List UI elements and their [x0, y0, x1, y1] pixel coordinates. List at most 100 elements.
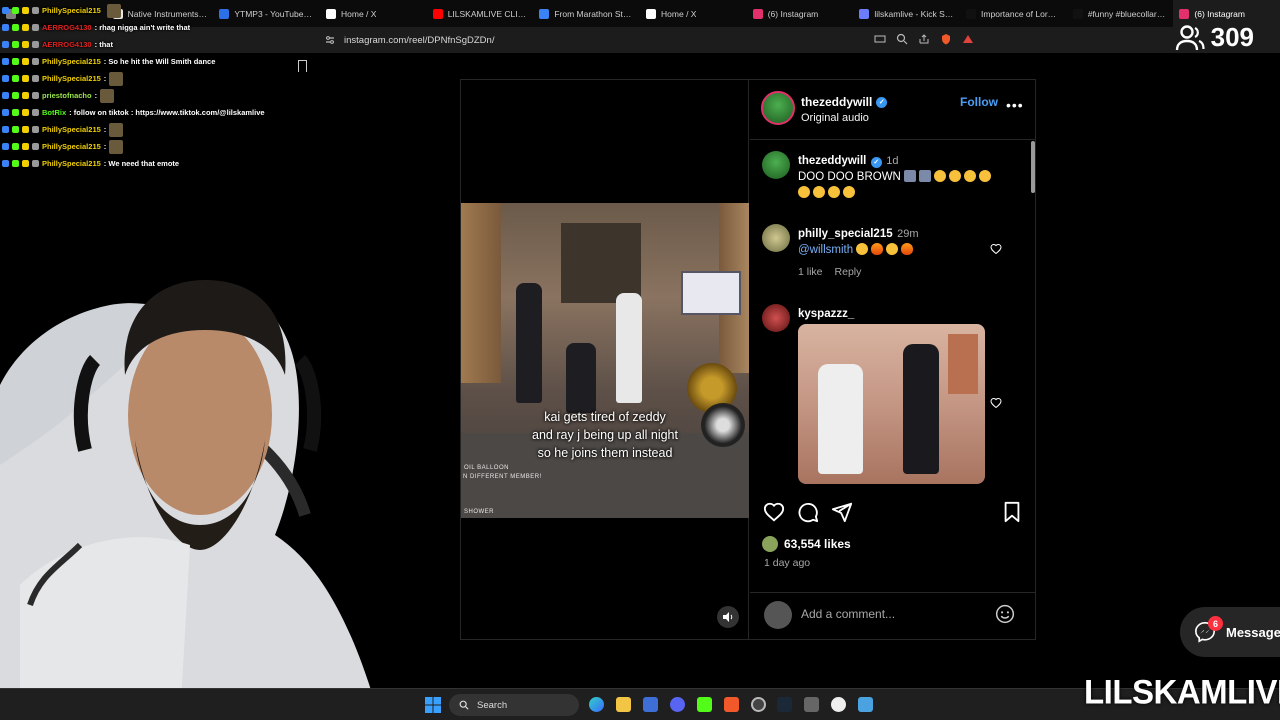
share-paper-plane-icon[interactable] [831, 501, 853, 523]
chat-badge-icon [2, 58, 9, 65]
scrollbar-thumb[interactable] [1031, 141, 1035, 193]
comment-username[interactable]: kyspazzz_ [798, 308, 854, 320]
verified-icon: ✓ [876, 96, 888, 108]
chat-emote-icon [106, 3, 121, 18]
chat-username[interactable]: PhillySpecial215 [42, 159, 101, 168]
browser-tab[interactable]: #funny #bluecollar #fyp [1067, 0, 1174, 27]
chat-username[interactable]: PhillySpecial215 [42, 57, 101, 66]
verified-icon: ✓ [870, 156, 882, 168]
reply-button[interactable]: Reply [835, 266, 862, 278]
post-header: thezeddywill ✓ Original audio Follow ••• [750, 80, 1036, 140]
reel-video[interactable]: OIL BALLOON N DIFFERENT MEMBER! SHOWER k… [461, 203, 749, 518]
browser-tab[interactable]: LILSKAMLIVE CLIPS - You [427, 0, 534, 27]
chat-username[interactable]: PhillySpecial215 [42, 74, 101, 83]
author-avatar[interactable] [761, 91, 795, 125]
browser-tab[interactable]: Importance of Lore in So [960, 0, 1067, 27]
kick-icon[interactable] [697, 697, 712, 712]
chat-badge-icon [12, 41, 19, 48]
comment-avatar[interactable] [762, 151, 790, 179]
steam-icon[interactable] [777, 697, 792, 712]
audio-label[interactable]: Original audio [801, 112, 869, 124]
brave-rewards-icon[interactable] [962, 33, 974, 45]
chat-emote-icon [109, 139, 124, 154]
add-comment-input[interactable] [801, 603, 981, 625]
follow-button[interactable]: Follow [960, 95, 998, 109]
comment-like-count[interactable]: 1 like [798, 266, 823, 278]
zoom-icon[interactable] [896, 33, 908, 45]
chat-badge-icon [12, 92, 19, 99]
obs-icon[interactable] [751, 697, 766, 712]
copilot-icon[interactable] [589, 697, 604, 712]
likes-count[interactable]: 63,554 likes [784, 537, 851, 551]
comment-username[interactable]: philly_special215 [798, 228, 893, 240]
brave-browser-icon[interactable] [724, 697, 739, 712]
video-caption-line: so he joins them instead [537, 446, 673, 460]
screen: Native Instruments - AlsYTMP3 - YouTube … [0, 0, 1280, 720]
video-figure [566, 343, 596, 413]
messages-button[interactable]: 6 Messages [1180, 607, 1280, 657]
comment-bubble-icon[interactable] [797, 501, 819, 523]
app-icon[interactable] [831, 697, 846, 712]
chat-message: PhillySpecial215: We need that emote [2, 155, 302, 172]
likes-row[interactable]: 63,554 likes [762, 536, 851, 552]
chat-badge-icon [2, 109, 9, 116]
store-icon[interactable] [643, 697, 658, 712]
chat-text: : that [94, 40, 113, 49]
browser-tab[interactable]: (6) Instagram [747, 0, 854, 27]
tab-favicon-icon [859, 8, 870, 19]
browser-tab[interactable]: Home / X [640, 0, 747, 27]
comment-username[interactable]: thezeddywill [798, 155, 866, 167]
comment-gif[interactable] [798, 324, 985, 484]
browser-tab[interactable]: Home / X [320, 0, 427, 27]
browser-tab[interactable]: lilskamlive - Kick Stats, A [853, 0, 960, 27]
app-icon[interactable] [804, 697, 819, 712]
tab-title: (6) Instagram [767, 8, 819, 19]
reel-video-pane[interactable]: OIL BALLOON N DIFFERENT MEMBER! SHOWER k… [461, 80, 749, 639]
chat-badge-icon [2, 41, 9, 48]
mute-button[interactable] [717, 606, 739, 628]
comments-list: thezeddywill ✓ 1d DOO DOO BROWN philly_s… [750, 141, 1036, 491]
chat-badge-icon [22, 160, 29, 167]
chat-badge-icon [12, 24, 19, 31]
author-name[interactable]: thezeddywill [801, 95, 872, 109]
comment-avatar[interactable] [762, 224, 790, 252]
chat-username[interactable]: BotRix [42, 108, 66, 117]
save-bookmark-icon[interactable] [1001, 501, 1023, 523]
video-figure [616, 293, 642, 403]
chat-username[interactable]: priestofnacho [42, 91, 92, 100]
app-icon[interactable] [858, 697, 873, 712]
mention-link[interactable]: @willsmith [798, 244, 853, 256]
comment-avatar[interactable] [762, 304, 790, 332]
emoji-picker-icon[interactable] [995, 604, 1015, 624]
comment-like-heart-icon[interactable] [990, 243, 1002, 254]
comments-scrollbar[interactable] [1031, 141, 1035, 488]
chat-badge-icon [12, 160, 19, 167]
chat-badge-icon [2, 126, 9, 133]
more-options-icon[interactable]: ••• [1006, 98, 1024, 112]
like-heart-icon[interactable] [763, 501, 785, 523]
site-settings-icon[interactable] [324, 34, 336, 46]
tab-favicon-icon [326, 8, 337, 19]
chat-badge-icon [22, 126, 29, 133]
chat-badge-icon [32, 92, 39, 99]
chat-username[interactable]: AERROG4130 [42, 23, 92, 32]
chat-badge-icon [12, 109, 19, 116]
tab-title: #funny #bluecollar #fyp [1087, 8, 1168, 19]
screen-icon[interactable] [874, 33, 886, 45]
file-explorer-icon[interactable] [616, 697, 631, 712]
chat-text: : [103, 142, 107, 151]
tab-title: Home / X [661, 8, 697, 19]
discord-icon[interactable] [670, 697, 685, 712]
comment-like-heart-icon[interactable] [990, 397, 1002, 408]
chat-username[interactable]: PhillySpecial215 [42, 125, 101, 134]
chat-username[interactable]: PhillySpecial215 [42, 142, 101, 151]
browser-tab[interactable]: From Marathon Stream [533, 0, 640, 27]
author-name-row[interactable]: thezeddywill ✓ [801, 95, 888, 109]
share-icon[interactable] [918, 33, 930, 45]
windows-start-icon[interactable] [425, 697, 441, 713]
chat-badge-icon [22, 92, 29, 99]
chat-username[interactable]: PhillySpecial215 [42, 6, 101, 15]
taskbar-search[interactable]: Search [449, 694, 579, 716]
chat-username[interactable]: AERROG4130 [42, 40, 92, 49]
brave-shield-icon[interactable] [940, 33, 952, 45]
